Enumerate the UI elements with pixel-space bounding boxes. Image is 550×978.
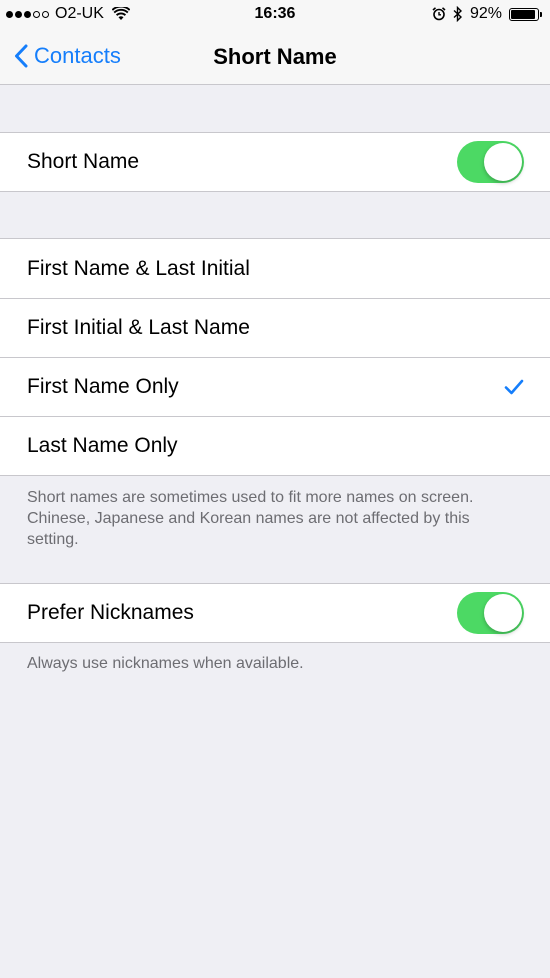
short-name-group: Short Name [0, 132, 550, 192]
navigation-bar: Contacts Short Name [0, 30, 550, 85]
status-bar: O2-UK 16:36 92% [0, 0, 550, 30]
battery-body [509, 7, 539, 21]
short-name-footer-note: Short names are sometimes used to fit mo… [27, 489, 474, 548]
option-label: First Name Only [27, 374, 179, 398]
battery-tip [540, 11, 542, 17]
nicknames-footer-note: Always use nicknames when available. [27, 655, 304, 672]
battery-icon [509, 7, 542, 21]
short-name-label: Short Name [27, 150, 140, 173]
option-label: Last Name Only [27, 433, 178, 457]
prefer-nicknames-toggle[interactable] [457, 592, 524, 634]
nicknames-group: Prefer Nicknames [0, 583, 550, 643]
alarm-icon [432, 7, 446, 21]
option-first-name-only[interactable]: First Name Only [0, 357, 550, 416]
bluetooth-icon [453, 6, 462, 22]
prefer-nicknames-row: Prefer Nicknames [0, 584, 550, 642]
option-first-initial-last-name[interactable]: First Initial & Last Name [0, 298, 550, 357]
option-label: First Initial & Last Name [27, 315, 250, 339]
checkmark-icon [504, 379, 524, 394]
toggle-knob [484, 143, 522, 181]
toggle-knob [484, 594, 522, 632]
page-title: Short Name [213, 44, 337, 69]
short-name-row: Short Name [0, 133, 550, 191]
short-name-toggle[interactable] [457, 141, 524, 183]
option-last-name-only[interactable]: Last Name Only [0, 416, 550, 475]
battery-percent: 92% [469, 5, 502, 22]
format-options-group: First Name & Last Initial First Initial … [0, 238, 550, 476]
option-label: First Name & Last Initial [27, 256, 250, 280]
prefer-nicknames-label: Prefer Nicknames [27, 601, 194, 624]
option-first-name-last-initial[interactable]: First Name & Last Initial [0, 239, 550, 298]
battery-fill [511, 9, 535, 19]
status-right: 92% [432, 5, 542, 23]
